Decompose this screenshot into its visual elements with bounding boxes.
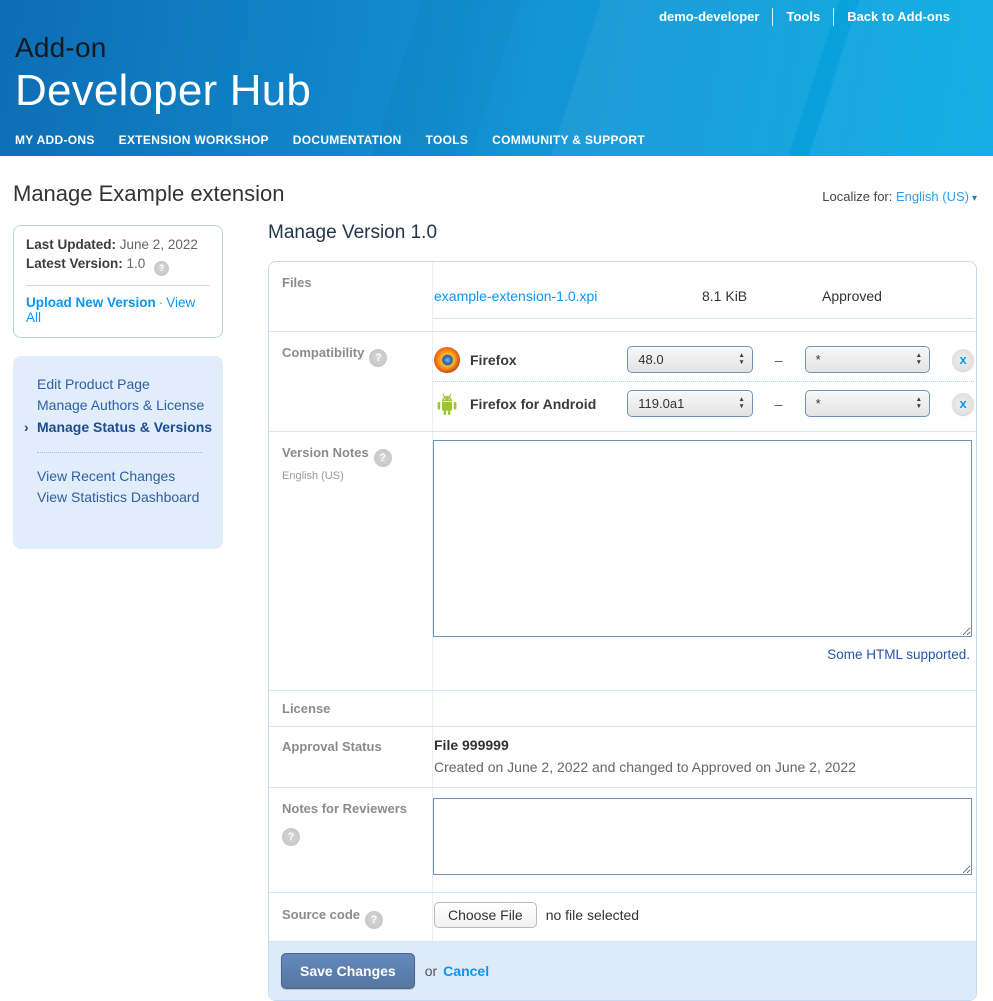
nav-documentation[interactable]: DOCUMENTATION <box>293 133 402 147</box>
file-size: 8.1 KiB <box>702 288 822 304</box>
latest-version: Latest Version: 1.0 ? <box>26 255 210 276</box>
sidebar-item-view-recent-changes[interactable]: View Recent Changes <box>37 466 213 488</box>
firefox-icon <box>434 347 460 373</box>
dot-separator: · <box>159 295 164 310</box>
active-arrow-icon: › <box>24 417 29 439</box>
approval-status-label: Approval Status <box>282 739 382 754</box>
nav-my-addons[interactable]: MY ADD-ONS <box>15 133 95 147</box>
file-download-link[interactable]: example-extension-1.0.xpi <box>434 288 702 304</box>
android-icon <box>434 391 460 417</box>
approval-history: Created on June 2, 2022 and changed to A… <box>434 759 974 775</box>
help-icon[interactable]: ? <box>369 349 387 367</box>
file-entry: example-extension-1.0.xpi 8.1 KiB Approv… <box>433 262 974 319</box>
localize-language-link[interactable]: English (US)▾ <box>896 189 977 204</box>
max-version-select[interactable]: * ▲▼ <box>805 346 931 373</box>
approval-file-id: File 999999 <box>434 737 974 753</box>
divider <box>26 285 210 286</box>
form-footer: Save Changes or Cancel <box>269 942 976 1000</box>
help-icon[interactable]: ? <box>374 449 392 467</box>
localize-label: Localize for: <box>822 189 892 204</box>
source-code-row: Source code? Choose File no file selecte… <box>269 893 976 942</box>
localize-control: Localize for: English (US)▾ <box>822 189 977 204</box>
logo-developer-hub-text: Developer Hub <box>15 66 311 116</box>
version-form: Files example-extension-1.0.xpi 8.1 KiB … <box>268 261 977 1001</box>
stepper-arrows-icon: ▲▼ <box>916 353 922 367</box>
logo-addon-text: Add-on <box>15 32 311 64</box>
min-version-select[interactable]: 119.0a1 ▲▼ <box>627 390 753 417</box>
save-changes-button[interactable]: Save Changes <box>281 953 415 989</box>
site-header: demo-developer Tools Back to Add-ons Add… <box>0 0 993 156</box>
reviewer-notes-label: Notes for Reviewers <box>282 801 407 816</box>
nav-extension-workshop[interactable]: EXTENSION WORKSHOP <box>119 133 269 147</box>
approval-status-row: Approval Status File 999999 Created on J… <box>269 727 976 788</box>
header-user-links: demo-developer Tools Back to Add-ons <box>646 7 963 26</box>
version-notes-locale: English (US) <box>282 470 424 482</box>
files-row: Files example-extension-1.0.xpi 8.1 KiB … <box>269 262 976 332</box>
reviewer-notes-row: Notes for Reviewers ? <box>269 788 976 893</box>
addon-section-nav: Edit Product Page Manage Authors & Licen… <box>13 356 223 549</box>
compatibility-label: Compatibility <box>282 345 364 360</box>
range-dash: – <box>775 352 783 368</box>
nav-community-support[interactable]: COMMUNITY & SUPPORT <box>492 133 645 147</box>
sidebar-item-view-statistics[interactable]: View Statistics Dashboard <box>37 487 213 509</box>
divider <box>37 452 203 453</box>
reviewer-notes-textarea[interactable] <box>433 798 972 875</box>
range-dash: – <box>775 396 783 412</box>
sidebar-item-edit-product-page[interactable]: Edit Product Page <box>37 374 213 396</box>
html-supported-link[interactable]: Some HTML supported. <box>827 647 970 662</box>
app-name: Firefox for Android <box>470 396 627 412</box>
version-notes-textarea[interactable] <box>433 440 972 637</box>
compatibility-app-firefox-android: Firefox for Android 119.0a1 ▲▼ – * ▲▼ <box>433 381 974 425</box>
main-column: Manage Version 1.0 Files example-extensi… <box>268 221 977 1001</box>
remove-app-button[interactable]: x <box>952 393 974 415</box>
last-updated: Last Updated: June 2, 2022 <box>26 236 210 255</box>
min-version-select[interactable]: 48.0 ▲▼ <box>627 346 753 373</box>
choose-file-button[interactable]: Choose File <box>434 902 537 928</box>
compatibility-app-firefox: Firefox 48.0 ▲▼ – * ▲▼ x <box>433 338 974 381</box>
sidebar-item-manage-status-versions[interactable]: ›Manage Status & Versions <box>37 417 213 439</box>
version-notes-label: Version Notes <box>282 445 369 460</box>
version-notes-row: Version Notes? English (US) Some HTML su… <box>269 432 976 691</box>
help-icon[interactable]: ? <box>282 828 300 846</box>
compatibility-row: Compatibility? Firefox 48.0 ▲▼ <box>269 332 976 432</box>
page-content: Manage Example extension Localize for: E… <box>0 181 993 1001</box>
or-text: or <box>425 963 437 979</box>
addon-meta-box: Last Updated: June 2, 2022 Latest Versio… <box>13 225 223 338</box>
back-to-addons-link[interactable]: Back to Add-ons <box>834 7 963 26</box>
cancel-link[interactable]: Cancel <box>443 963 489 979</box>
developer-hub-logo[interactable]: Add-on Developer Hub <box>15 32 311 116</box>
primary-nav: MY ADD-ONS EXTENSION WORKSHOP DOCUMENTAT… <box>15 133 645 147</box>
remove-app-button[interactable]: x <box>952 349 974 371</box>
help-icon[interactable]: ? <box>154 261 169 276</box>
max-version-select[interactable]: * ▲▼ <box>805 390 931 417</box>
file-chosen-status: no file selected <box>546 907 639 923</box>
source-code-label: Source code <box>282 907 360 922</box>
stepper-arrows-icon: ▲▼ <box>916 397 922 411</box>
tools-link[interactable]: Tools <box>773 7 833 26</box>
stepper-arrows-icon: ▲▼ <box>738 397 744 411</box>
manage-version-heading: Manage Version 1.0 <box>268 222 977 244</box>
license-label: License <box>282 701 330 716</box>
sidebar: Last Updated: June 2, 2022 Latest Versio… <box>13 221 223 549</box>
stepper-arrows-icon: ▲▼ <box>738 353 744 367</box>
file-status: Approved <box>822 288 962 304</box>
help-icon[interactable]: ? <box>365 911 383 929</box>
app-name: Firefox <box>470 352 627 368</box>
user-menu-link[interactable]: demo-developer <box>646 7 772 26</box>
chevron-down-icon: ▾ <box>972 193 977 204</box>
page-title: Manage Example extension <box>13 181 285 207</box>
upload-new-version-link[interactable]: Upload New Version <box>26 295 156 310</box>
sidebar-item-manage-authors[interactable]: Manage Authors & License <box>37 395 213 417</box>
nav-tools[interactable]: TOOLS <box>426 133 469 147</box>
license-row: License <box>269 691 976 727</box>
files-label: Files <box>282 275 312 290</box>
